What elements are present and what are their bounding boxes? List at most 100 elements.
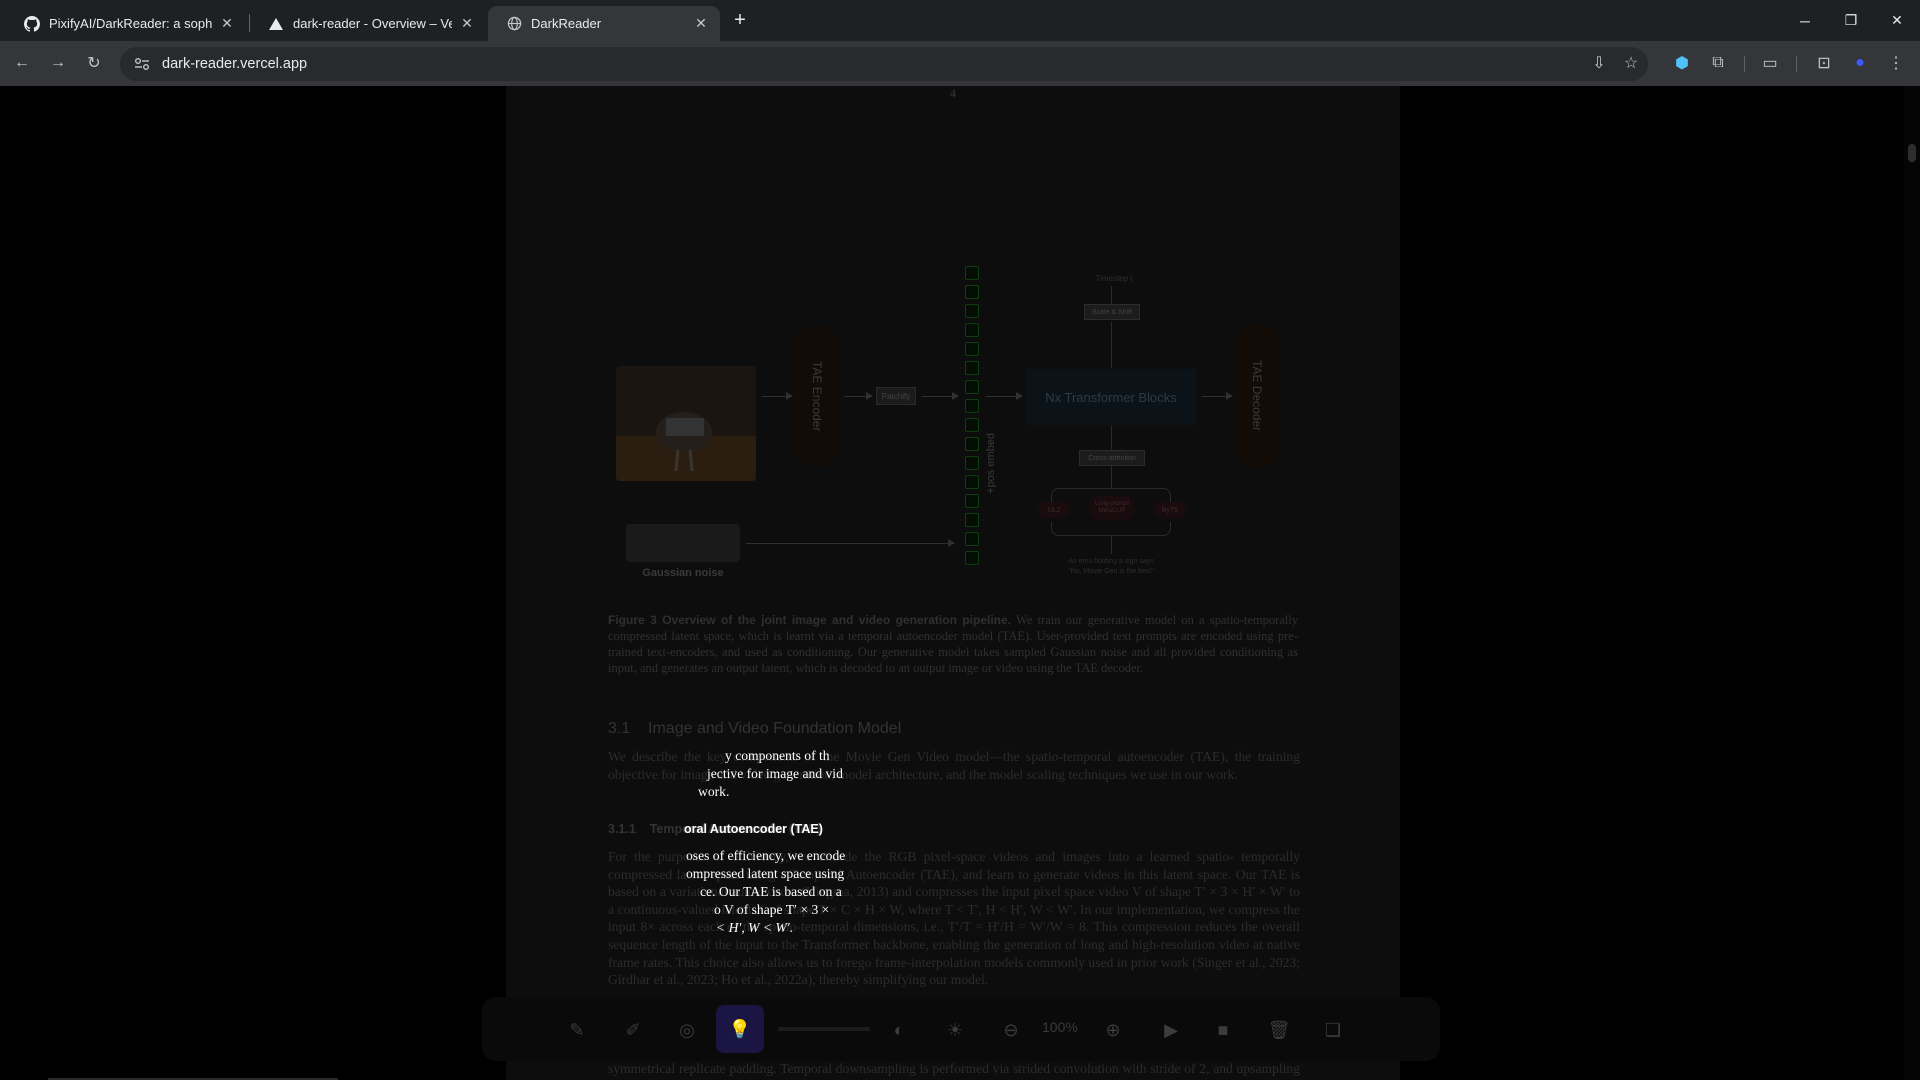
browser-toolbar: ← → ↻ dark-reader.vercel.app ⇩ ☆ ⬢ ⧉ ▭ ⊡… — [0, 41, 1920, 86]
restore-button[interactable]: ❐ — [1828, 0, 1874, 41]
lens-fragment: ompressed latent space using — [686, 866, 845, 881]
prompt-line-1: An emu holding a sign says — [1068, 557, 1154, 565]
lens-fragment: o V of shape T′ × 3 × — [714, 902, 830, 917]
back-button[interactable]: ← — [8, 49, 36, 77]
pipeline-figure: TAE Encoder Patchify +pos embed Nx Trans… — [586, 266, 1306, 586]
latent-token-cell — [965, 342, 979, 356]
tab-darkreader[interactable]: DarkReader ✕ — [488, 6, 720, 41]
profile-avatar[interactable]: ● — [1846, 49, 1874, 77]
globe-icon — [506, 16, 522, 32]
forward-button[interactable]: → — [44, 49, 72, 77]
arrow — [1202, 392, 1233, 400]
toolbar-separator — [1796, 56, 1797, 72]
lens-fragment: oral Autoencoder (TAE) — [684, 822, 823, 836]
tab-github[interactable]: PixifyAI/DarkReader: a sophistic ✕ — [6, 6, 246, 41]
vercel-icon — [268, 16, 284, 32]
extensions-puzzle-icon[interactable]: ⧉ — [1704, 49, 1732, 77]
extension-icon[interactable]: ⬢ — [1668, 49, 1696, 77]
brightness-icon[interactable]: ☀ — [938, 1013, 972, 1047]
close-icon[interactable]: ✕ — [218, 15, 236, 33]
lens-fragment: oses of efficiency, we encode — [686, 848, 846, 863]
arrow — [1111, 536, 1112, 554]
arrow — [1111, 466, 1112, 488]
intensity-slider[interactable] — [778, 1027, 870, 1031]
latent-token-cell — [965, 437, 979, 451]
bookmark-star-icon[interactable]: ☆ — [1617, 49, 1645, 77]
caption-line: We train our generative model on a spati… — [1016, 613, 1298, 627]
address-bar[interactable]: dark-reader.vercel.app — [120, 47, 1648, 81]
eraser-icon[interactable]: ✐ — [616, 1013, 650, 1047]
zoom-out-icon[interactable]: ⊖ — [994, 1013, 1028, 1047]
bulb-icon[interactable]: 💡 — [716, 1005, 764, 1053]
prompt-line-2: "No, Movie Gen is the best" — [1068, 567, 1154, 575]
target-icon[interactable]: ◎ — [670, 1013, 704, 1047]
gallery-icon[interactable]: ❏ — [1316, 1013, 1350, 1047]
tae-decoder-label: TAE Decoder — [1250, 360, 1264, 432]
section-number: 3.1 — [608, 720, 631, 737]
pos-embed-label-wrap: +pos embed — [984, 418, 998, 508]
page-number: 4 — [950, 86, 956, 100]
pen-icon[interactable]: ✎ — [560, 1013, 594, 1047]
latent-token-cell — [965, 285, 979, 299]
contrast-icon[interactable]: ◐ — [882, 1013, 916, 1047]
tab-search-icon[interactable]: ▭ — [1756, 49, 1784, 77]
encoder-metaclip: Long-prompt MetaCLIP — [1090, 496, 1134, 520]
site-info-icon[interactable] — [132, 54, 152, 74]
tab-title: dark-reader - Overview – Vercel — [293, 16, 452, 31]
scale-shift-box: Scale & Shift — [1084, 304, 1140, 320]
pos-embed-label: +pos embed — [985, 432, 997, 494]
latent-token-cell — [965, 494, 979, 508]
close-icon[interactable]: ✕ — [692, 15, 710, 33]
latent-token-cell — [965, 456, 979, 470]
page-viewport: 4 TAE Encoder Patchify +pos embed Nx Tra… — [0, 86, 1904, 1080]
lens-fragment: jective for image and vid — [707, 766, 843, 781]
arrow — [986, 392, 1023, 400]
trash-icon[interactable]: 🗑 — [1262, 1013, 1296, 1047]
patchify-box: Patchify — [876, 387, 916, 405]
scroll-thumb[interactable] — [1908, 144, 1916, 162]
reader-tool-dock: ✎ ✐ ◎ 💡 ◐ ☀ ⊖ 100% ⊕ ▶ ■ 🗑 ❏ — [482, 997, 1440, 1061]
arrow — [1111, 322, 1112, 368]
caption-line: video using the TAE decoder. — [995, 661, 1144, 675]
caption-line: compressed latent space, which is learnt… — [608, 629, 1197, 643]
window-close-button[interactable]: ✕ — [1874, 0, 1920, 41]
new-tab-button[interactable]: + — [728, 8, 752, 32]
lens-fragment: < H′, W < W′. — [716, 920, 794, 935]
tab-title: DarkReader — [531, 16, 602, 31]
play-icon[interactable]: ▶ — [1154, 1013, 1188, 1047]
tae-decoder-block: TAE Decoder — [1236, 326, 1278, 466]
timestep-label: Timestep t — [1095, 273, 1133, 283]
github-icon — [24, 15, 40, 32]
latent-token-column — [965, 266, 981, 580]
section-title: Image and Video Foundation Model — [648, 720, 902, 737]
tab-title: PixifyAI/DarkReader: a sophistic — [49, 16, 212, 31]
page-scrollbar[interactable] — [1904, 86, 1920, 1080]
caption-label: Figure 3 Overview of the joint image and… — [608, 613, 1012, 627]
para-line: we use in our work. — [1130, 766, 1238, 782]
cast-icon[interactable]: ⊡ — [1810, 49, 1838, 77]
menu-kebab-icon[interactable]: ⋮ — [1882, 49, 1910, 77]
arrow — [844, 392, 873, 400]
install-app-icon[interactable]: ⇩ — [1585, 49, 1613, 77]
zoom-in-icon[interactable]: ⊕ — [1096, 1013, 1130, 1047]
minimize-button[interactable]: ─ — [1782, 0, 1828, 41]
encoder-ul2: UL2 — [1038, 502, 1070, 518]
lens-fragment: work. — [698, 784, 730, 799]
latent-token-cell — [965, 475, 979, 489]
latent-token-cell — [965, 551, 979, 565]
pdf-page: 4 TAE Encoder Patchify +pos embed Nx Tra… — [506, 86, 1400, 1080]
toolbar-separator — [1744, 56, 1745, 72]
tab-bar: PixifyAI/DarkReader: a sophistic ✕ dark-… — [0, 0, 1920, 41]
reload-button[interactable]: ↻ — [80, 49, 108, 77]
arrow — [762, 392, 793, 400]
encoder-byt5: ByT5 — [1154, 502, 1186, 518]
section-heading: 3.1 Image and Video Foundation Model — [608, 720, 901, 738]
latent-token-cell — [965, 513, 979, 527]
stop-icon[interactable]: ■ — [1206, 1013, 1240, 1047]
tab-vercel[interactable]: dark-reader - Overview – Vercel ✕ — [250, 6, 486, 41]
latent-token-cell — [965, 323, 979, 337]
prompt-connector — [1051, 522, 1171, 536]
cross-attention-box: Cross-attention — [1079, 450, 1145, 466]
close-icon[interactable]: ✕ — [458, 15, 476, 33]
latent-token-cell — [965, 380, 979, 394]
